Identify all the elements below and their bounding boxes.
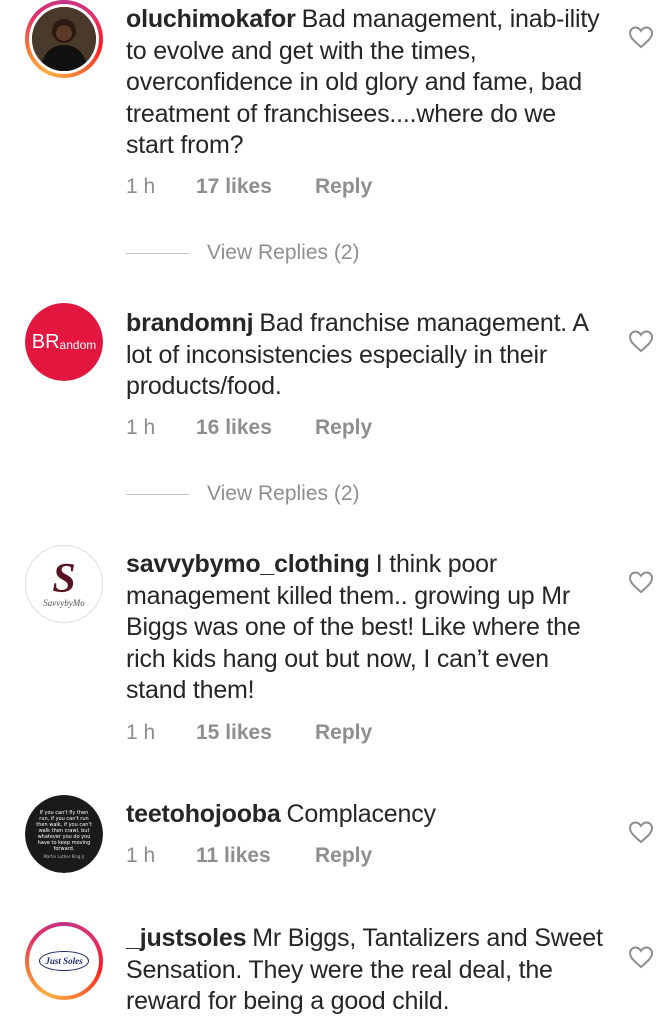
profile-logo: BR andom bbox=[25, 303, 103, 381]
avatar[interactable]: Just Soles bbox=[25, 922, 103, 1000]
view-replies[interactable]: View Replies (2) bbox=[126, 479, 360, 509]
comment-text: _justsoles Mr Biggs, Tantalizers and Swee… bbox=[126, 923, 604, 1018]
username[interactable]: brandomnj bbox=[126, 309, 254, 337]
comment-text: brandomnj Bad franchise management. A lot… bbox=[126, 308, 604, 403]
logo-text-big: BR bbox=[31, 330, 60, 353]
logo-text: Just Soles bbox=[45, 956, 83, 966]
likes-count[interactable]: 11 likes bbox=[196, 844, 315, 868]
comment-meta: 1 h 15 likes Reply bbox=[126, 718, 372, 748]
timestamp: 1 h bbox=[126, 844, 156, 867]
comment-text: teetohojooba Complacency bbox=[126, 799, 604, 831]
comment-text: savvybymo_clothing I think poor managemen… bbox=[126, 549, 604, 707]
logo-badge: Just Soles bbox=[39, 951, 89, 971]
logo-caption: SavvybyMo bbox=[43, 598, 85, 608]
comment-body: Complacency bbox=[286, 800, 436, 828]
quote-text: If you can't fly then run, if you can't … bbox=[36, 809, 92, 852]
comment-text: oluchimokafor Bad management, inab-ility … bbox=[126, 4, 604, 162]
reply-button[interactable]: Reply bbox=[315, 721, 372, 745]
divider-line bbox=[126, 493, 189, 495]
timestamp: 1 h bbox=[126, 416, 156, 439]
profile-logo: Just Soles bbox=[32, 929, 96, 993]
comment-meta: 1 h 16 likes Reply bbox=[126, 413, 372, 443]
view-replies-label[interactable]: View Replies (2) bbox=[207, 482, 360, 506]
username[interactable]: _justsoles bbox=[126, 924, 246, 952]
profile-photo bbox=[32, 7, 96, 71]
timestamp: 1 h bbox=[126, 175, 156, 198]
username[interactable]: teetohojooba bbox=[126, 800, 281, 828]
quote-credit: Martin Luther King Jr bbox=[43, 853, 85, 859]
divider-line bbox=[126, 252, 189, 254]
heart-icon[interactable] bbox=[628, 25, 654, 49]
reply-button[interactable]: Reply bbox=[315, 844, 372, 868]
logo-letter: S bbox=[52, 556, 76, 602]
heart-icon[interactable] bbox=[628, 329, 654, 353]
avatar[interactable]: If you can't fly then run, if you can't … bbox=[25, 795, 103, 873]
likes-count[interactable]: 15 likes bbox=[196, 721, 315, 745]
reply-button[interactable]: Reply bbox=[315, 175, 372, 199]
view-replies-label[interactable]: View Replies (2) bbox=[207, 241, 360, 265]
timestamp: 1 h bbox=[126, 721, 156, 744]
avatar[interactable] bbox=[25, 0, 103, 78]
comment-meta: 1 h 11 likes Reply bbox=[126, 841, 372, 871]
profile-quote-image: If you can't fly then run, if you can't … bbox=[25, 795, 103, 873]
username[interactable]: oluchimokafor bbox=[126, 5, 296, 33]
avatar[interactable]: S SavvybyMo bbox=[25, 545, 103, 623]
heart-icon[interactable] bbox=[628, 945, 654, 969]
reply-button[interactable]: Reply bbox=[315, 416, 372, 440]
username[interactable]: savvybymo_clothing bbox=[126, 550, 370, 578]
view-replies[interactable]: View Replies (2) bbox=[126, 238, 360, 268]
logo-text-small: andom bbox=[59, 337, 97, 352]
avatar[interactable]: BR andom bbox=[25, 303, 103, 381]
likes-count[interactable]: 16 likes bbox=[196, 416, 315, 440]
profile-logo: S SavvybyMo bbox=[26, 546, 102, 622]
heart-icon[interactable] bbox=[628, 820, 654, 844]
heart-icon[interactable] bbox=[628, 570, 654, 594]
likes-count[interactable]: 17 likes bbox=[196, 175, 315, 199]
comment-meta: 1 h 17 likes Reply bbox=[126, 172, 372, 202]
